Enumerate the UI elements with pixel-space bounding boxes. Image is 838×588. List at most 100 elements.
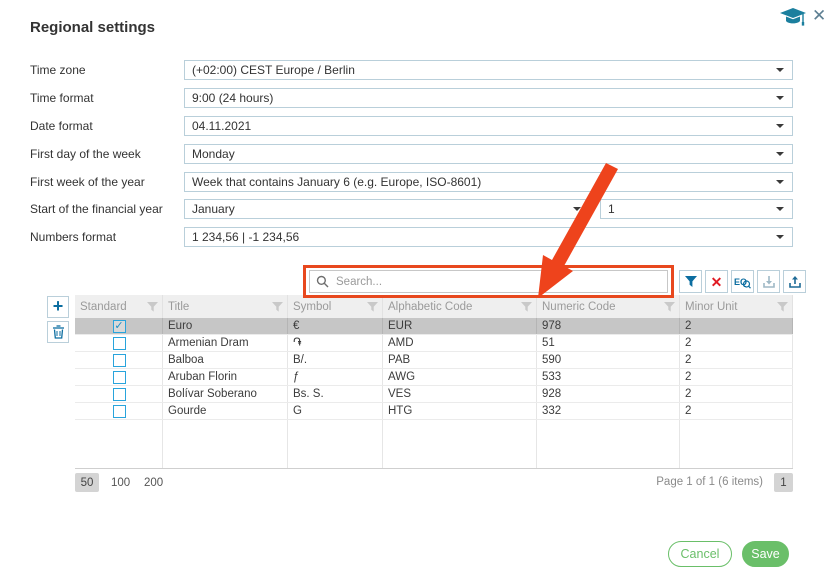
form-row-time-format: Time format 9:00 (24 hours) — [30, 88, 793, 108]
first-week-select[interactable]: Week that contains January 6 (e.g. Europ… — [184, 172, 793, 192]
date-format-select[interactable]: 04.11.2021 — [184, 116, 793, 136]
currency-table: Standard Title Symbol Alphabetic Code Nu… — [75, 295, 793, 469]
numbers-format-select[interactable]: 1 234,56 | -1 234,56 — [184, 227, 793, 247]
search-icon — [316, 275, 329, 288]
form-row-timezone: Time zone (+02:00) CEST Europe / Berlin — [30, 60, 793, 80]
table-row[interactable]: Balboa B/. PAB 590 2 — [75, 352, 793, 369]
field-label: Time zone — [30, 63, 86, 77]
select-value: 1 234,56 | -1 234,56 — [192, 230, 770, 244]
page-size-50[interactable]: 50 — [75, 473, 99, 492]
column-header-minor-unit[interactable]: Minor Unit — [680, 295, 793, 318]
column-header-title[interactable]: Title — [163, 295, 288, 318]
form-row-date-format: Date format 04.11.2021 — [30, 116, 793, 136]
cell-symbol: ֏ — [288, 335, 383, 351]
column-header-alphabetic-code[interactable]: Alphabetic Code — [383, 295, 537, 318]
standard-checkbox[interactable] — [113, 405, 126, 418]
pagination-bar: 50 100 200 Page 1 of 1 (6 items) 1 — [75, 473, 793, 493]
filter-builder-icon[interactable]: EQ — [731, 270, 754, 293]
table-empty-area — [75, 420, 793, 469]
cell-numeric-code: 332 — [537, 403, 680, 419]
cell-title: Gourde — [163, 403, 288, 419]
financial-year-day-select[interactable]: 1 — [600, 199, 793, 219]
add-currency-button[interactable]: + — [47, 296, 69, 318]
cell-numeric-code: 51 — [537, 335, 680, 351]
search-input[interactable] — [336, 276, 661, 288]
select-value: 1 — [608, 202, 770, 216]
column-header-numeric-code[interactable]: Numeric Code — [537, 295, 680, 318]
select-value: 04.11.2021 — [192, 119, 770, 133]
close-icon[interactable]: ✕ — [812, 7, 826, 24]
cell-minor-unit: 2 — [680, 369, 793, 385]
field-label: Time format — [30, 91, 94, 105]
form-row-numbers-format: Numbers format 1 234,56 | -1 234,56 — [30, 227, 793, 247]
pagination-info: Page 1 of 1 (6 items) — [656, 476, 763, 488]
select-value: Week that contains January 6 (e.g. Europ… — [192, 175, 770, 189]
page-number-button[interactable]: 1 — [774, 473, 793, 492]
cell-symbol: ƒ — [288, 369, 383, 385]
table-header-row: Standard Title Symbol Alphabetic Code Nu… — [75, 295, 793, 318]
cell-minor-unit: 2 — [680, 403, 793, 419]
cell-title: Balboa — [163, 352, 288, 368]
chevron-down-icon — [776, 96, 784, 100]
chevron-down-icon — [573, 207, 581, 211]
cell-minor-unit: 2 — [680, 318, 793, 334]
import-icon[interactable] — [757, 270, 780, 293]
delete-currency-button[interactable] — [47, 321, 69, 343]
standard-checkbox[interactable] — [113, 371, 126, 384]
form-row-first-week: First week of the year Week that contain… — [30, 172, 793, 192]
cell-minor-unit: 2 — [680, 352, 793, 368]
column-header-symbol[interactable]: Symbol — [288, 295, 383, 318]
field-label: Date format — [30, 119, 93, 133]
search-field[interactable] — [309, 270, 668, 293]
column-filter-icon[interactable] — [272, 302, 283, 312]
grid-toolbar: ✕ EQ — [679, 270, 806, 293]
regional-settings-dialog: Regional settings ✕ Time zone (+02:00) C… — [0, 0, 838, 588]
cell-symbol: Bs. S. — [288, 386, 383, 402]
save-button[interactable]: Save — [742, 541, 789, 567]
chevron-down-icon — [776, 124, 784, 128]
trash-icon — [52, 325, 65, 339]
table-row[interactable]: Armenian Dram ֏ AMD 51 2 — [75, 335, 793, 352]
filter-icon[interactable] — [679, 270, 702, 293]
financial-year-month-select[interactable]: January — [184, 199, 590, 219]
cell-title: Armenian Dram — [163, 335, 288, 351]
chevron-down-icon — [776, 235, 784, 239]
cancel-button[interactable]: Cancel — [668, 541, 732, 567]
column-filter-icon[interactable] — [777, 302, 788, 312]
tutorial-graduation-cap-icon[interactable] — [779, 5, 807, 29]
table-row[interactable]: Gourde G HTG 332 2 — [75, 403, 793, 420]
table-row[interactable]: Aruban Florin ƒ AWG 533 2 — [75, 369, 793, 386]
table-row[interactable]: ✓ Euro € EUR 978 2 — [75, 318, 793, 335]
standard-checkbox[interactable] — [113, 354, 126, 367]
column-filter-icon[interactable] — [664, 302, 675, 312]
cell-title: Aruban Florin — [163, 369, 288, 385]
form-row-first-day: First day of the week Monday — [30, 144, 793, 164]
cell-minor-unit: 2 — [680, 386, 793, 402]
export-icon[interactable] — [783, 270, 806, 293]
table-row[interactable]: Bolívar Soberano Bs. S. VES 928 2 — [75, 386, 793, 403]
form-row-financial-year: Start of the financial year January 1 — [30, 199, 793, 219]
standard-checkbox[interactable]: ✓ — [113, 320, 126, 333]
field-label: First day of the week — [30, 147, 141, 161]
select-value: Monday — [192, 147, 770, 161]
clear-filter-icon[interactable]: ✕ — [705, 270, 728, 293]
first-day-select[interactable]: Monday — [184, 144, 793, 164]
column-header-standard[interactable]: Standard — [75, 295, 163, 318]
page-size-200[interactable]: 200 — [139, 473, 168, 492]
chevron-down-icon — [776, 68, 784, 72]
timezone-select[interactable]: (+02:00) CEST Europe / Berlin — [184, 60, 793, 80]
column-filter-icon[interactable] — [147, 302, 158, 312]
cell-numeric-code: 978 — [537, 318, 680, 334]
select-value: January — [192, 202, 567, 216]
cell-alphabetic-code: EUR — [383, 318, 537, 334]
page-size-100[interactable]: 100 — [106, 473, 135, 492]
standard-checkbox[interactable] — [113, 337, 126, 350]
cell-title: Euro — [163, 318, 288, 334]
column-filter-icon[interactable] — [521, 302, 532, 312]
field-label: Numbers format — [30, 230, 116, 244]
cell-alphabetic-code: HTG — [383, 403, 537, 419]
standard-checkbox[interactable] — [113, 388, 126, 401]
column-filter-icon[interactable] — [367, 302, 378, 312]
select-value: (+02:00) CEST Europe / Berlin — [192, 63, 770, 77]
time-format-select[interactable]: 9:00 (24 hours) — [184, 88, 793, 108]
